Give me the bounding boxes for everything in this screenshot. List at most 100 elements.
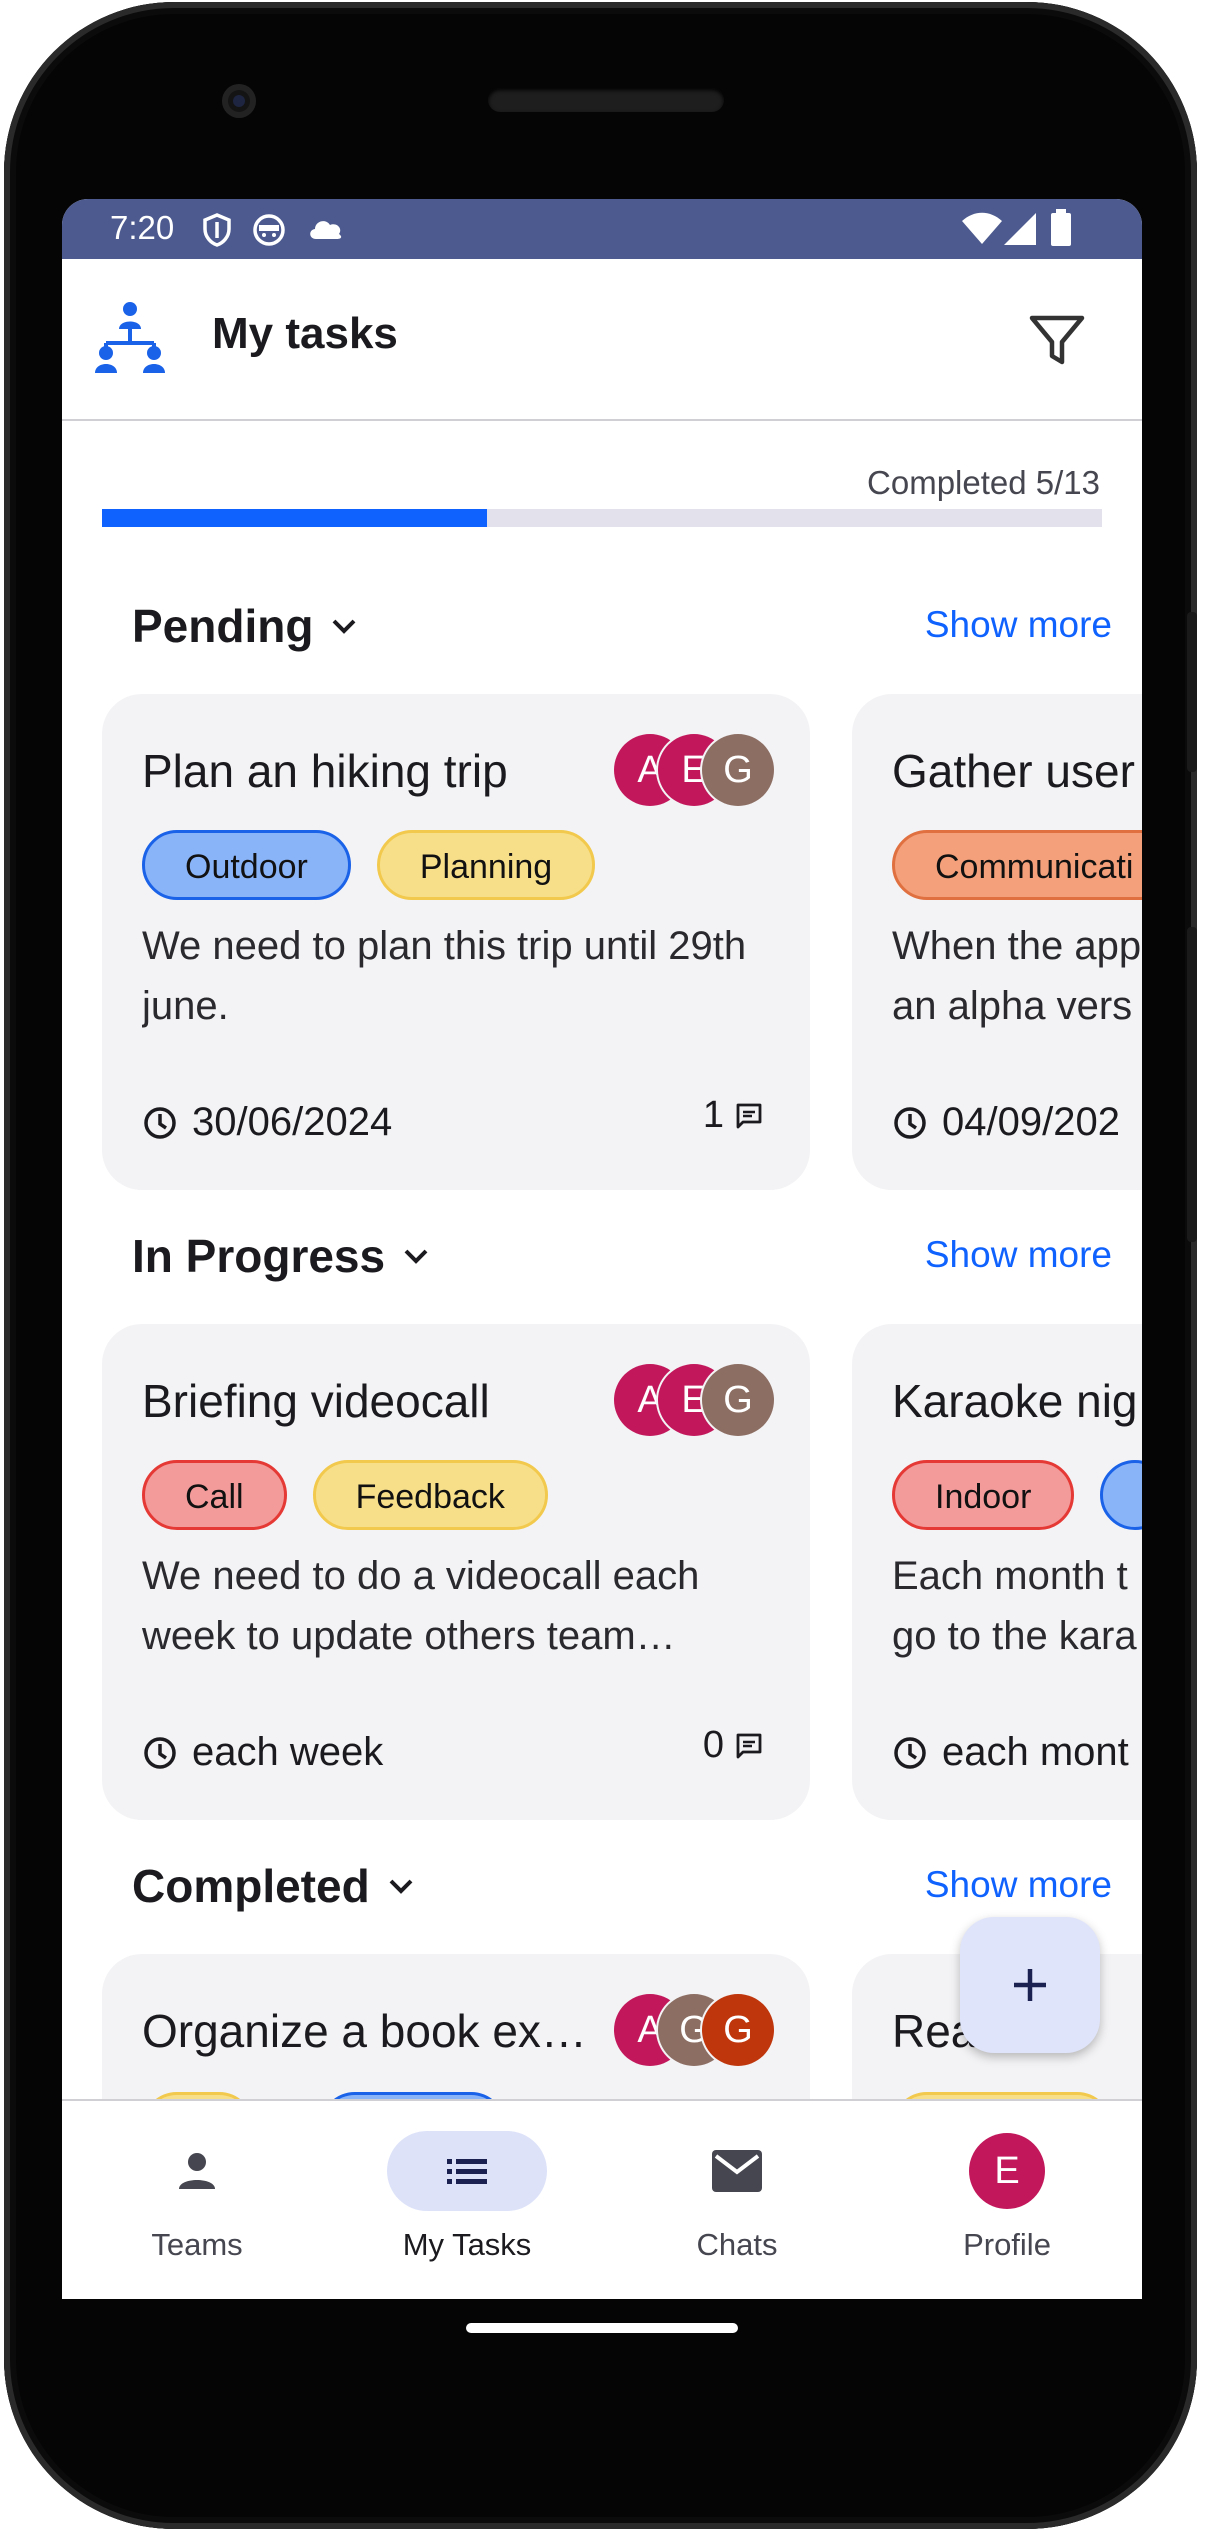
plus-icon <box>1014 1969 1046 2001</box>
due-date-text: 04/09/202 <box>942 1100 1120 1144</box>
android-face-icon <box>253 214 285 246</box>
due-date-text: each mont <box>942 1730 1129 1774</box>
section-title: Pending <box>132 600 314 652</box>
avatar: G <box>702 734 774 806</box>
progress-label: Completed 5/13 <box>867 464 1100 501</box>
task-description: We need to plan this trip until 29th jun… <box>142 924 747 1028</box>
front-camera <box>222 84 256 118</box>
list-icon <box>447 2159 487 2184</box>
filter-icon[interactable] <box>1022 304 1092 374</box>
chevron-down-icon <box>333 619 356 634</box>
tag-chip: Outdoor <box>142 830 351 900</box>
comment-count-text: 1 <box>702 1094 724 1136</box>
task-title: Organize a book ex… <box>142 2005 587 2057</box>
nav-label: My Tasks <box>402 2227 532 2262</box>
chevron-down-icon <box>389 1879 413 1894</box>
tag-list: Outdoor Planning <box>142 830 596 900</box>
show-more-link-completed[interactable]: Show more <box>925 1864 1112 1906</box>
avatar: E <box>969 2133 1045 2209</box>
status-bar: 7:20 <box>62 199 1142 259</box>
cloud-icon <box>310 221 342 239</box>
assignee-avatars: A G G <box>614 1994 774 2068</box>
due-date: each mont <box>892 1730 1129 1775</box>
clock-icon <box>144 1736 176 1769</box>
earpiece-speaker <box>488 88 724 112</box>
clock-icon <box>144 1106 176 1139</box>
avatar: G <box>702 1364 774 1436</box>
nav-icon-container <box>657 2131 817 2211</box>
task-card[interactable]: Briefing videocall A E G Call Feedback W… <box>102 1324 810 1820</box>
task-card[interactable]: Plan an hiking trip A E G Outdoor Planni… <box>102 694 810 1190</box>
tag-chip: Planning <box>376 830 596 900</box>
tag-list: Communicati <box>892 830 1142 900</box>
tag-chip: Call <box>142 1460 287 1530</box>
due-date-text: each week <box>192 1730 384 1774</box>
page-title: My tasks <box>212 309 398 358</box>
app-screen: 7:20 My tasks Completed 5/13 Pending Sho… <box>62 199 1142 2299</box>
task-title: Gather user <box>892 745 1135 797</box>
task-title: Plan an hiking trip <box>142 745 508 797</box>
battery-icon <box>1051 209 1071 246</box>
volume-button <box>1187 927 1197 1242</box>
progress-bar-fill <box>102 509 487 527</box>
show-more-link-pending[interactable]: Show more <box>925 604 1112 646</box>
task-card[interactable]: Karaoke nig Indoor Each month t go to th… <box>852 1324 1142 1820</box>
comment-count: 0 <box>703 1724 764 1767</box>
task-description: Each month t go to the kara <box>892 1554 1137 1658</box>
due-date: 04/09/202 <box>892 1100 1120 1145</box>
clock-icon <box>894 1106 926 1139</box>
section-header-in-progress[interactable]: In Progress <box>132 1229 433 1283</box>
nav-label: Profile <box>963 2227 1051 2262</box>
cell-signal-icon <box>1004 213 1036 245</box>
nav-label: Teams <box>151 2227 243 2262</box>
show-more-link-in-progress[interactable]: Show more <box>925 1234 1112 1276</box>
add-task-button[interactable] <box>960 1917 1100 2053</box>
tag-chip: Indoor <box>892 1460 1075 1530</box>
tag-chip: Communicati <box>892 830 1142 900</box>
person-icon <box>179 2153 215 2189</box>
phone-frame: 7:20 My tasks Completed 5/13 Pending Sho… <box>4 2 1197 2529</box>
tag-list: Call Feedback <box>142 1460 548 1530</box>
section-title: In Progress <box>132 1230 386 1282</box>
mail-icon <box>712 2150 762 2192</box>
task-description: We need to do a videocall each week to u… <box>142 1554 700 1658</box>
due-date: 30/06/2024 <box>142 1100 392 1145</box>
comment-count: 1 <box>703 1094 764 1137</box>
clock-icon <box>894 1736 926 1769</box>
top-app-bar: My tasks <box>62 259 1142 421</box>
progress-bar <box>102 509 1102 527</box>
tag-list: Indoor <box>892 1460 1142 1530</box>
home-indicator <box>466 2323 738 2333</box>
nav-item-my-tasks[interactable]: My Tasks <box>332 2101 602 2299</box>
assignee-avatars: A E G <box>614 1364 774 1438</box>
section-header-pending[interactable]: Pending <box>132 599 361 653</box>
wifi-icon <box>962 212 1002 244</box>
nav-item-teams[interactable]: Teams <box>62 2101 332 2299</box>
nav-icon-container: E <box>927 2131 1087 2211</box>
power-button <box>1187 612 1197 772</box>
avatar: G <box>702 1994 774 2066</box>
due-date: each week <box>142 1730 383 1775</box>
task-description: When the app an alpha vers <box>892 924 1142 1028</box>
bottom-navigation: Teams My Tasks Chats E Profile <box>62 2099 1142 2299</box>
nav-item-profile[interactable]: E Profile <box>872 2101 1142 2299</box>
section-title: Completed <box>132 1860 370 1912</box>
nav-label: Chats <box>696 2227 778 2262</box>
comment-count-text: 0 <box>702 1724 724 1766</box>
nav-item-chats[interactable]: Chats <box>602 2101 872 2299</box>
comment-icon <box>736 1733 762 1758</box>
assignee-avatars: A E G <box>614 734 774 808</box>
team-hierarchy-icon <box>95 302 165 373</box>
tag-chip <box>1100 1460 1142 1530</box>
nav-icon-container <box>387 2131 547 2211</box>
comment-icon <box>736 1103 762 1128</box>
tag-chip: Feedback <box>312 1460 548 1530</box>
task-title: Karaoke nig <box>892 1375 1138 1427</box>
due-date-text: 30/06/2024 <box>192 1100 393 1144</box>
status-time: 7:20 <box>110 209 175 246</box>
shield-icon <box>203 213 231 247</box>
nav-icon-container <box>117 2131 277 2211</box>
task-card[interactable]: Gather user Communicati When the app an … <box>852 694 1142 1190</box>
task-title: Briefing videocall <box>142 1375 490 1427</box>
section-header-completed[interactable]: Completed <box>132 1859 418 1913</box>
